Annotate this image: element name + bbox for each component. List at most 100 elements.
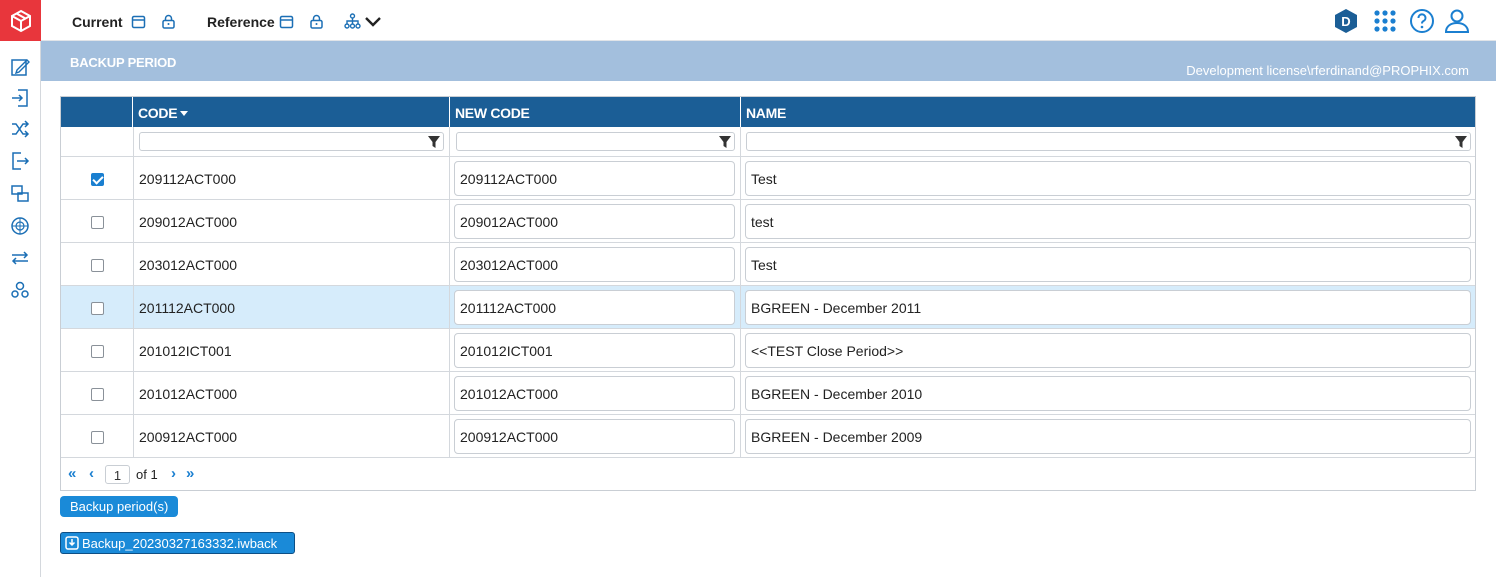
user-profile-icon[interactable] <box>1443 7 1471 35</box>
name-cell: <<TEST Close Period>> <box>741 329 1475 371</box>
edit-icon[interactable] <box>9 56 31 78</box>
grid-header: CODE NEW CODE NAME <box>61 97 1475 127</box>
row-checkbox[interactable] <box>91 431 104 444</box>
code-filter-input[interactable] <box>139 132 444 151</box>
table-row[interactable]: 201012ACT000 201012ACT000 BGREEN - Decembe… <box>61 372 1475 415</box>
copy-icon[interactable] <box>9 183 31 205</box>
backup-periods-button[interactable]: Backup period(s) <box>60 496 179 517</box>
apps-grid-icon[interactable] <box>1371 7 1399 35</box>
new-code-filter-input[interactable] <box>456 132 735 151</box>
row-checkbox[interactable] <box>91 216 104 229</box>
code-value: 209012ACT000 <box>139 214 238 230</box>
chevron-down-icon[interactable] <box>364 12 382 30</box>
cube-logo-icon <box>10 9 31 32</box>
lock-icon[interactable] <box>159 12 177 30</box>
new-code-input[interactable]: 209112ACT000 <box>454 161 735 196</box>
name-input[interactable]: <<TEST Close Period>> <box>745 333 1471 368</box>
name-input[interactable]: BGREEN - December 2011 <box>745 290 1471 325</box>
current-label: Current <box>72 14 123 30</box>
name-input[interactable]: Test <box>745 161 1471 196</box>
row-checkbox[interactable] <box>91 259 104 272</box>
select-cell <box>61 286 133 328</box>
backup-file-link[interactable]: Backup_20230327163332.iwback <box>60 532 295 554</box>
new-code-cell: 201012ACT000 <box>450 372 740 414</box>
new-code-input[interactable]: 209012ACT000 <box>454 204 735 239</box>
page-title: BACKUP PERIOD <box>70 55 177 70</box>
pager: « ‹ 1 of 1 › » <box>61 458 1475 490</box>
row-checkbox[interactable] <box>91 345 104 358</box>
name-input[interactable]: BGREEN - December 2010 <box>745 376 1471 411</box>
code-cell: 201112ACT000 <box>133 286 449 328</box>
new-code-cell: 200912ACT000 <box>450 415 740 457</box>
code-cell: 201012ICT001 <box>133 329 449 371</box>
column-divider <box>449 127 450 458</box>
header-name[interactable]: NAME <box>741 97 1475 127</box>
select-cell <box>61 329 133 371</box>
globe-icon[interactable] <box>9 215 31 237</box>
new-code-cell: 201012ICT001 <box>450 329 740 371</box>
table-row[interactable]: 200912ACT000 200912ACT000 BGREEN - Decembe… <box>61 415 1475 458</box>
header-new-code-label: NEW CODE <box>455 105 530 121</box>
name-input[interactable]: test <box>745 204 1471 239</box>
new-code-input[interactable]: 203012ACT000 <box>454 247 735 282</box>
top-bar: Current Reference D <box>41 0 1496 41</box>
reference-label: Reference <box>207 14 275 30</box>
row-checkbox[interactable] <box>91 388 104 401</box>
select-cell <box>61 243 133 285</box>
shuffle-icon[interactable] <box>9 118 31 140</box>
code-value: 201012ACT000 <box>139 386 238 402</box>
new-code-input[interactable]: 200912ACT000 <box>454 419 735 454</box>
calendar-icon[interactable] <box>129 12 147 30</box>
help-icon[interactable] <box>1408 7 1436 35</box>
export-icon[interactable] <box>9 150 31 172</box>
new-code-input[interactable]: 201112ACT000 <box>454 290 735 325</box>
d-badge-icon[interactable]: D <box>1332 7 1360 35</box>
last-page-icon[interactable]: » <box>186 465 194 482</box>
next-page-icon[interactable]: › <box>171 465 176 482</box>
header-select <box>61 97 133 127</box>
name-cell: Test <box>741 243 1475 285</box>
row-checkbox[interactable] <box>91 302 104 315</box>
header-new-code[interactable]: NEW CODE <box>450 97 741 127</box>
import-icon[interactable] <box>9 87 31 109</box>
new-code-input[interactable]: 201012ACT000 <box>454 376 735 411</box>
column-divider <box>740 127 741 458</box>
transfer-icon[interactable] <box>9 247 31 269</box>
code-cell: 203012ACT000 <box>133 243 449 285</box>
users-icon[interactable] <box>9 279 31 301</box>
table-row[interactable]: 201012ICT001 201012ICT001 <<TEST Close Per… <box>61 329 1475 372</box>
name-input[interactable]: Test <box>745 247 1471 282</box>
code-cell: 209012ACT000 <box>133 200 449 242</box>
name-cell: BGREEN - December 2009 <box>741 415 1475 457</box>
reference-lock-icon[interactable] <box>307 12 325 30</box>
name-filter-input[interactable] <box>746 132 1471 151</box>
new-code-cell: 209012ACT000 <box>450 200 740 242</box>
first-page-icon[interactable]: « <box>68 465 76 482</box>
new-code-input[interactable]: 201012ICT001 <box>454 333 735 368</box>
row-checkbox[interactable] <box>91 173 104 186</box>
header-code[interactable]: CODE <box>133 97 450 127</box>
page-number-input[interactable]: 1 <box>105 465 130 484</box>
backup-period-grid: CODE NEW CODE NAME 209112ACT000 209112ACT… <box>60 96 1476 491</box>
backup-file-name: Backup_20230327163332.iwback <box>82 536 278 551</box>
reference-calendar-icon[interactable] <box>277 12 295 30</box>
app-logo[interactable] <box>0 0 41 41</box>
prev-page-icon[interactable]: ‹ <box>89 465 94 482</box>
name-input[interactable]: BGREEN - December 2009 <box>745 419 1471 454</box>
name-cell: BGREEN - December 2010 <box>741 372 1475 414</box>
select-cell <box>61 415 133 457</box>
filter-row <box>61 127 1475 157</box>
filter-icon <box>1455 136 1467 148</box>
code-value: 203012ACT000 <box>139 257 238 273</box>
table-row[interactable]: 209012ACT000 209012ACT000 test <box>61 200 1475 243</box>
code-cell: 209112ACT000 <box>133 157 449 199</box>
license-info: Development license\rferdinand@PROPHIX.c… <box>1186 63 1469 78</box>
code-cell: 201012ACT000 <box>133 372 449 414</box>
hierarchy-icon[interactable] <box>343 12 361 30</box>
new-code-cell: 203012ACT000 <box>450 243 740 285</box>
table-row[interactable]: 201112ACT000 201112ACT000 BGREEN - Decembe… <box>61 286 1475 329</box>
table-row[interactable]: 209112ACT000 209112ACT000 Test <box>61 157 1475 200</box>
sort-desc-icon <box>180 111 189 116</box>
select-cell <box>61 157 133 199</box>
table-row[interactable]: 203012ACT000 203012ACT000 Test <box>61 243 1475 286</box>
